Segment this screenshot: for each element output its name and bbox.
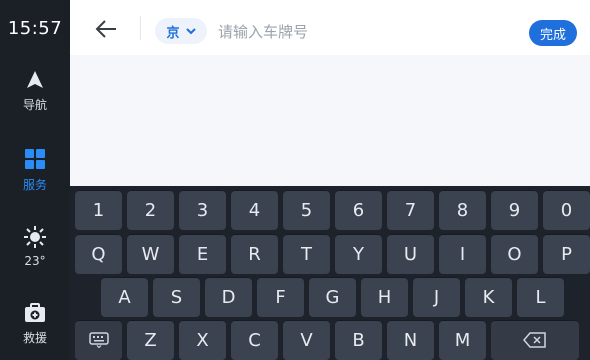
navigation-arrow-icon	[27, 71, 43, 88]
key-v[interactable]: V	[283, 320, 330, 360]
weather-temperature: 23°	[24, 254, 46, 268]
plate-input-bar: 京 完成	[70, 0, 590, 56]
key-0[interactable]: 0	[543, 190, 590, 230]
key-i[interactable]: I	[439, 234, 486, 274]
chevron-down-icon	[185, 28, 196, 35]
key-u[interactable]: U	[387, 234, 434, 274]
key-b[interactable]: B	[335, 320, 382, 360]
dock-item-label: 服务	[22, 178, 47, 192]
key-x[interactable]: X	[179, 320, 226, 360]
side-dock: 15:57 导航 服务 23° 救援	[0, 0, 70, 360]
key-5[interactable]: 5	[283, 190, 330, 230]
key-8[interactable]: 8	[439, 190, 486, 230]
done-button[interactable]: 完成	[529, 20, 577, 46]
dock-item-rescue[interactable]: 救援	[0, 303, 70, 346]
key-q[interactable]: Q	[75, 234, 122, 274]
key-w[interactable]: W	[127, 234, 174, 274]
key-6[interactable]: 6	[335, 190, 382, 230]
province-selector[interactable]: 京	[155, 18, 207, 44]
key-z[interactable]: Z	[127, 320, 174, 360]
first-aid-kit-icon	[25, 303, 45, 322]
key-1[interactable]: 1	[75, 190, 122, 230]
key-t[interactable]: T	[283, 234, 330, 274]
key-9[interactable]: 9	[491, 190, 538, 230]
on-screen-keyboard: 1 2 3 4 5 6 7 8 9 0 Q W E R T Y U I O P …	[70, 186, 590, 360]
key-j[interactable]: J	[413, 277, 460, 317]
key-p[interactable]: P	[543, 234, 590, 274]
keyboard-icon	[88, 332, 109, 348]
divider	[140, 16, 141, 40]
dock-item-weather[interactable]: 23°	[0, 226, 70, 268]
back-button[interactable]	[94, 18, 118, 40]
key-o[interactable]: O	[491, 234, 538, 274]
dock-item-navigation[interactable]: 导航	[0, 70, 70, 113]
key-y[interactable]: Y	[335, 234, 382, 274]
keyboard-row-asdf: A S D F G H J K L	[70, 277, 590, 317]
key-l[interactable]: L	[517, 277, 564, 317]
key-2[interactable]: 2	[127, 190, 174, 230]
keyboard-toggle-button[interactable]	[75, 320, 122, 360]
key-e[interactable]: E	[179, 234, 226, 274]
key-4[interactable]: 4	[231, 190, 278, 230]
key-m[interactable]: M	[439, 320, 486, 360]
key-d[interactable]: D	[205, 277, 252, 317]
grid-services-icon	[25, 149, 45, 169]
key-n[interactable]: N	[387, 320, 434, 360]
dock-item-label: 导航	[22, 98, 47, 112]
key-7[interactable]: 7	[387, 190, 434, 230]
sun-icon	[24, 226, 46, 248]
dock-item-label: 救援	[22, 331, 47, 345]
key-f[interactable]: F	[257, 277, 304, 317]
key-3[interactable]: 3	[179, 190, 226, 230]
keyboard-row-zxcv: Z X C V B N M	[70, 320, 590, 360]
backspace-icon	[523, 332, 546, 348]
keyboard-row-qwerty: Q W E R T Y U I O P	[70, 234, 590, 274]
key-h[interactable]: H	[361, 277, 408, 317]
status-time: 15:57	[7, 18, 63, 39]
province-label: 京	[166, 25, 180, 41]
key-a[interactable]: A	[101, 277, 148, 317]
key-r[interactable]: R	[231, 234, 278, 274]
keyboard-row-digits: 1 2 3 4 5 6 7 8 9 0	[70, 190, 590, 230]
key-k[interactable]: K	[465, 277, 512, 317]
arrow-left-icon	[95, 20, 116, 38]
key-s[interactable]: S	[153, 277, 200, 317]
plate-number-input[interactable]	[216, 18, 480, 46]
content-area	[70, 55, 590, 186]
key-g[interactable]: G	[309, 277, 356, 317]
dock-item-services[interactable]: 服务	[0, 148, 70, 193]
key-c[interactable]: C	[231, 320, 278, 360]
backspace-key[interactable]	[491, 320, 579, 360]
